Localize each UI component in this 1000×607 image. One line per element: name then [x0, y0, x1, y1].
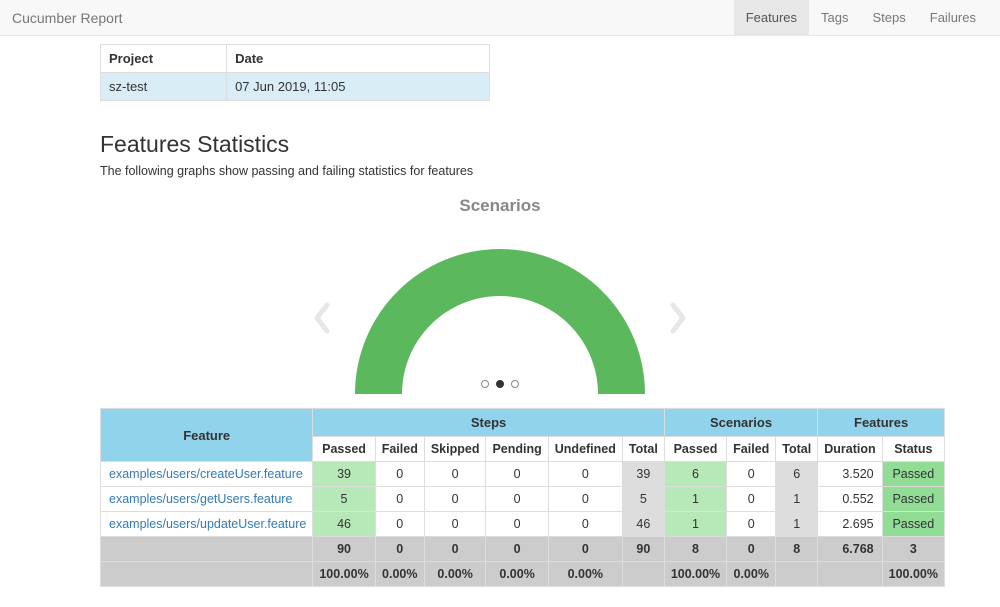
nav-item-features[interactable]: Features	[734, 0, 809, 35]
nav-item-failures[interactable]: Failures	[918, 0, 988, 35]
feature-cell: examples/users/createUser.feature	[101, 462, 313, 487]
carousel-next-icon[interactable]	[666, 301, 690, 335]
col-steps-undefined: Undefined	[548, 437, 622, 462]
donut-arc	[355, 249, 645, 394]
feature-cell: examples/users/getUsers.feature	[101, 487, 313, 512]
feature-link[interactable]: examples/users/getUsers.feature	[109, 492, 292, 506]
carousel-dots	[100, 380, 900, 388]
page-title: Features Statistics	[100, 131, 900, 158]
page-subtitle: The following graphs show passing and fa…	[100, 164, 900, 178]
nav-item-steps[interactable]: Steps	[861, 0, 918, 35]
carousel-dot[interactable]	[511, 380, 519, 388]
meta-date: 07 Jun 2019, 11:05	[227, 73, 490, 101]
navbar: Cucumber Report Features Tags Steps Fail…	[0, 0, 1000, 36]
carousel: Scenarios	[100, 196, 900, 394]
col-duration: Duration	[818, 437, 882, 462]
col-group-features: Features	[818, 409, 945, 437]
feature-link[interactable]: examples/users/createUser.feature	[109, 467, 303, 481]
carousel-title: Scenarios	[100, 196, 900, 216]
meta-table: Project Date sz-test 07 Jun 2019, 11:05	[100, 44, 490, 101]
col-group-steps: Steps	[313, 409, 664, 437]
meta-header-date: Date	[227, 45, 490, 73]
col-steps-skipped: Skipped	[424, 437, 486, 462]
table-row: examples/users/createUser.feature3900003…	[101, 462, 945, 487]
col-steps-passed: Passed	[313, 437, 375, 462]
navbar-brand[interactable]: Cucumber Report	[12, 10, 123, 26]
col-steps-pending: Pending	[486, 437, 548, 462]
feature-cell: examples/users/updateUser.feature	[101, 512, 313, 537]
col-scen-failed: Failed	[727, 437, 776, 462]
col-status: Status	[882, 437, 944, 462]
carousel-dot[interactable]	[496, 380, 504, 388]
col-steps-total: Total	[622, 437, 664, 462]
table-row: examples/users/getUsers.feature500005101…	[101, 487, 945, 512]
feature-link[interactable]: examples/users/updateUser.feature	[109, 517, 306, 531]
col-feature: Feature	[101, 409, 313, 462]
col-scen-total: Total	[776, 437, 818, 462]
meta-project: sz-test	[101, 73, 227, 101]
donut-chart	[100, 224, 900, 394]
col-scen-passed: Passed	[664, 437, 726, 462]
nav-item-tags[interactable]: Tags	[809, 0, 860, 35]
table-row: examples/users/updateUser.feature4600004…	[101, 512, 945, 537]
col-steps-failed: Failed	[375, 437, 424, 462]
nav-items: Features Tags Steps Failures	[734, 0, 988, 35]
carousel-prev-icon[interactable]	[310, 301, 334, 335]
col-group-scenarios: Scenarios	[664, 409, 817, 437]
meta-header-project: Project	[101, 45, 227, 73]
carousel-dot[interactable]	[481, 380, 489, 388]
stats-table: Feature Steps Scenarios Features Passed …	[100, 408, 945, 587]
